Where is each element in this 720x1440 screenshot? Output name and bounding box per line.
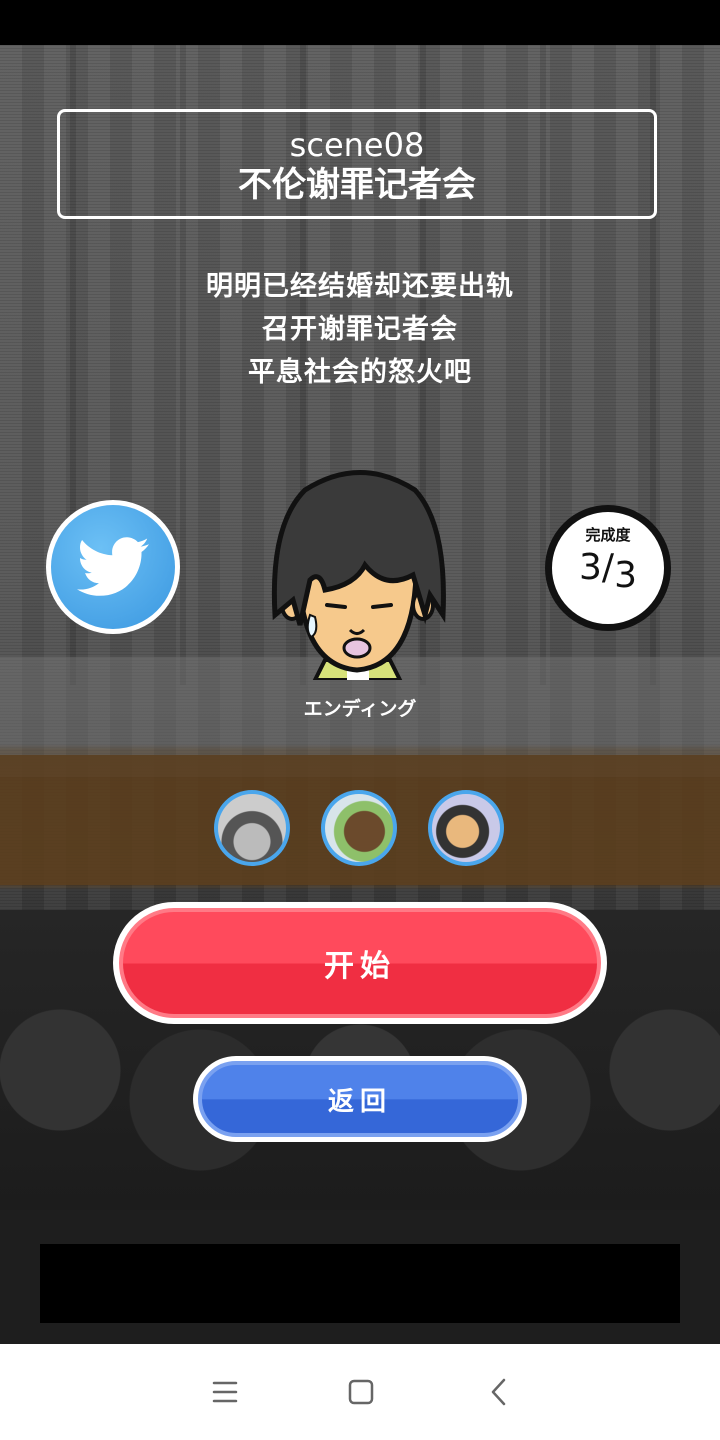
ending-thumbnail[interactable] [214,790,290,866]
scene-number: scene08 [289,126,425,164]
back-chevron-icon[interactable] [479,1372,519,1412]
completion-total: 3 [614,555,637,596]
back-button-label: 返回 [198,1061,522,1137]
completion-current: 3 [579,547,602,588]
scene-description: 明明已经结婚却还要出轨 召开谢罪记者会 平息社会的怒火吧 [0,265,720,394]
system-nav-bar [0,1344,720,1440]
completion-value: 3/3 [579,547,637,596]
back-button[interactable]: 返回 [193,1056,527,1142]
description-line: 明明已经结婚却还要出轨 [206,271,514,302]
ending-gallery [214,790,506,868]
start-button-label: 开始 [119,908,601,1018]
completion-label: 完成度 [585,526,631,544]
character-portrait [271,470,446,680]
ending-thumbnail[interactable] [321,790,397,866]
ad-banner [40,1244,680,1323]
menu-icon[interactable] [205,1372,245,1412]
status-bar [0,0,720,45]
ending-thumbnail-image [325,794,393,862]
completion-badge: 完成度 3/3 [545,505,671,631]
twitter-icon [77,537,149,596]
ending-label: エンディング [303,698,417,720]
start-button[interactable]: 开始 [113,902,607,1024]
home-square-icon[interactable] [341,1372,381,1412]
ending-thumbnail[interactable] [428,790,504,866]
ending-thumbnail-image [432,794,500,862]
description-line: 召开谢罪记者会 [262,314,458,345]
twitter-share-button[interactable] [46,500,180,634]
scene-title-box: scene08 不伦谢罪记者会 [57,109,657,219]
description-line: 平息社会的怒火吧 [248,357,472,388]
ending-thumbnail-image [218,794,286,862]
scene-title: 不伦谢罪记者会 [238,165,476,205]
